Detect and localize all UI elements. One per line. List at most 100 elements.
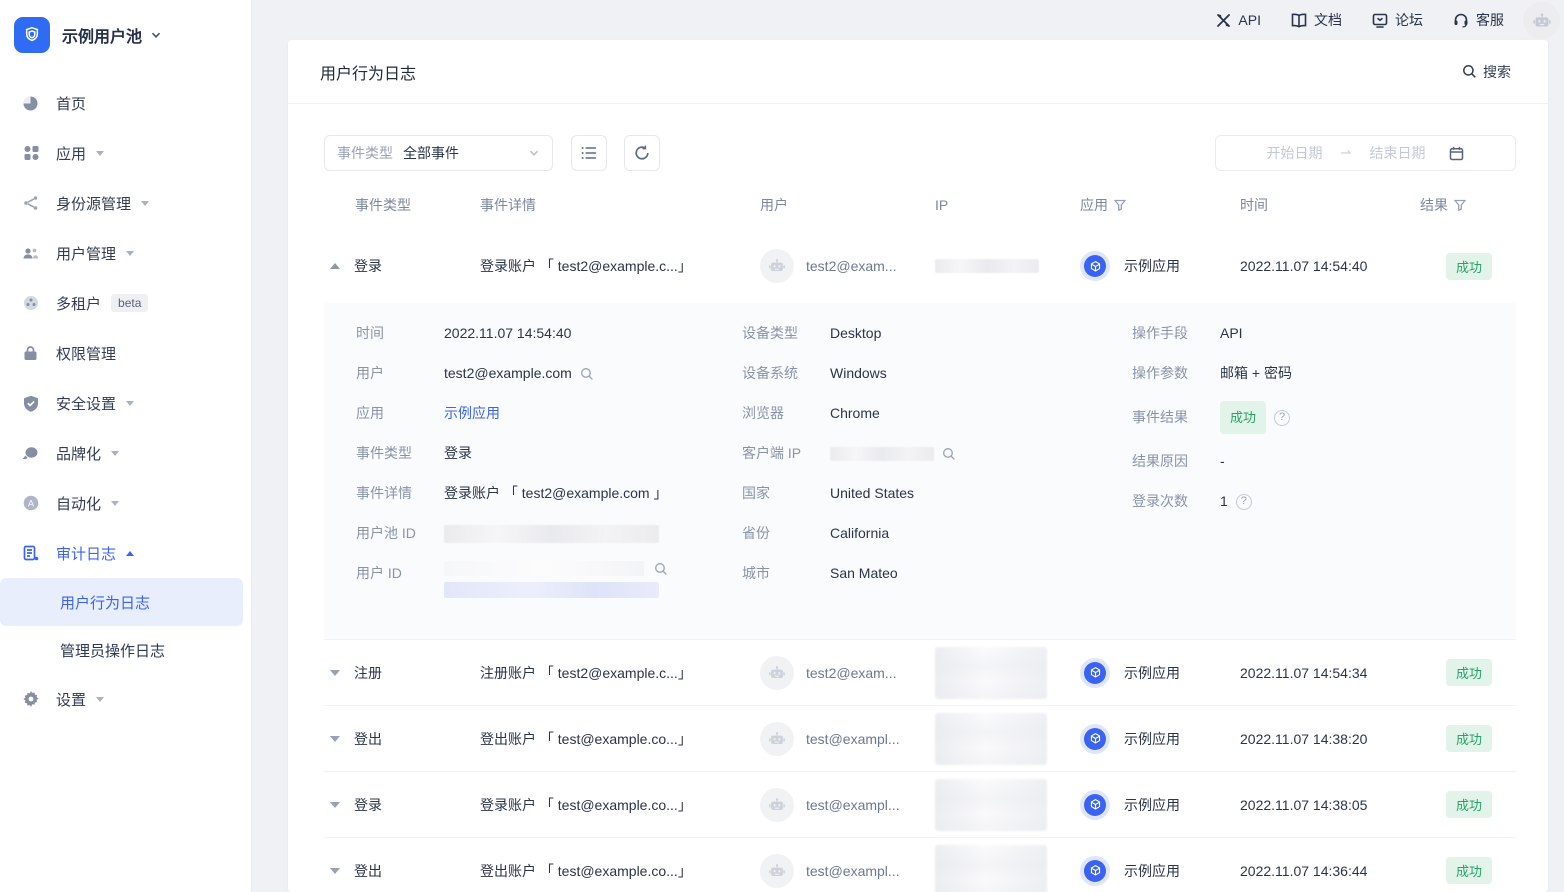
event-type-select-value: 全部事件 [403,143,528,163]
detail-value: 2022.11.07 14:54:40 [444,321,571,346]
topbar-link-label: 客服 [1476,10,1504,30]
sidebar-item-apps[interactable]: 应用 [0,128,251,178]
lock-icon [22,345,39,362]
sidebar-item-label: 品牌化 [56,443,101,464]
calendar-icon [1449,146,1464,161]
collapse-caret-icon[interactable] [330,263,340,269]
sidebar-item-label: 应用 [56,143,86,164]
table-header-row: 事件类型 事件详情 用户 IP 应用 时间 结果 [324,181,1516,229]
topbar-link-api[interactable]: API [1216,12,1261,28]
sidebar-item-home[interactable]: 首页 [0,78,251,128]
expand-caret-icon[interactable] [330,868,340,874]
search-icon[interactable] [942,447,956,461]
ip-redacted [935,713,1080,765]
expand-caret-icon[interactable] [330,802,340,808]
search-button[interactable]: 搜索 [1462,62,1511,82]
user-avatar [760,249,794,283]
sidebar-item-permissions[interactable]: 权限管理 [0,328,251,378]
page-title: 用户行为日志 [320,60,416,84]
automation-icon: A [22,495,39,512]
detail-label: 用户池 ID [356,521,444,546]
sidebar-item-label: 审计日志 [56,543,116,564]
gear-icon [22,691,39,708]
event-time: 2022.11.07 14:54:34 [1240,665,1420,681]
detail-label: 登录次数 [1132,489,1220,514]
sidebar-subitem-admin-operation-logs[interactable]: 管理员操作日志 [0,626,251,674]
table-row[interactable]: 注册 注册账户 「 test2@example.c...」 test2@exam… [324,639,1516,705]
table-row[interactable]: 登出 登出账户 「 test@example.co...」 test@examp… [324,705,1516,771]
sidebar-item-label: 首页 [56,93,86,114]
sidebar-item-user-management[interactable]: 用户管理 [0,228,251,278]
shield-check-icon [22,395,39,412]
table-row[interactable]: 登录 登录账户 「 test@example.co...」 test@examp… [324,771,1516,837]
user-avatar [760,722,794,756]
date-range-picker[interactable]: 开始日期 ⇀ 结束日期 [1215,135,1516,171]
col-header-result: 结果 [1420,195,1516,215]
filter-funnel-icon[interactable] [1454,199,1466,211]
sidebar-item-multitenancy[interactable]: 多租户 beta [0,278,251,328]
sidebar-subitem-label: 用户行为日志 [60,592,150,613]
detail-value: California [830,521,889,546]
chevron-down-icon [126,251,134,256]
search-button-label: 搜索 [1483,62,1511,82]
topbar-link-forum[interactable]: 论坛 [1372,10,1423,30]
detail-value: 1 [1220,489,1228,514]
user-email: test@exampl... [806,797,900,813]
event-detail: 登出账户 「 test@example.co...」 [480,729,760,749]
topbar-link-support[interactable]: 客服 [1453,10,1504,30]
event-type-select[interactable]: 事件类型 全部事件 [324,135,553,171]
detail-value: 登录账户 「 test2@example.com 」 [444,481,668,506]
main-card: 用户行为日志 搜索 事件类型 全部事件 开始日期 ⇀ 结束日期 事件类型 事件详… [288,40,1548,892]
sidebar-item-identity-sources[interactable]: 身份源管理 [0,178,251,228]
event-type: 注册 [354,663,382,683]
app-link[interactable]: 示例应用 [444,401,500,426]
help-icon[interactable]: ? [1236,494,1252,510]
search-icon[interactable] [654,562,668,576]
event-detail: 登出账户 「 test@example.co...」 [480,861,760,881]
sidebar-item-audit-logs[interactable]: 审计日志 [0,528,251,578]
expand-caret-icon[interactable] [330,736,340,742]
chevron-down-icon [126,401,134,406]
detail-label: 浏览器 [742,401,830,426]
book-icon [1291,13,1307,28]
user-pool-switcher[interactable]: 示例用户池 [0,0,251,70]
chevron-down-icon [141,201,149,206]
card-header: 用户行为日志 搜索 [288,40,1548,104]
chevron-down-icon [96,697,104,702]
user-avatar [760,656,794,690]
table-row[interactable]: 登出 登出账户 「 test@example.co...」 test@examp… [324,837,1516,892]
column-settings-button[interactable] [571,135,607,171]
chevron-down-icon [150,29,162,41]
col-header-ip: IP [935,197,1080,213]
sidebar-item-security[interactable]: 安全设置 [0,378,251,428]
sidebar-item-settings[interactable]: 设置 [0,674,251,724]
pool-shield-icon [14,17,50,53]
help-icon[interactable]: ? [1274,410,1290,426]
topbar-link-docs[interactable]: 文档 [1291,10,1342,30]
detail-label: 国家 [742,481,830,506]
sidebar-item-automation[interactable]: A 自动化 [0,478,251,528]
refresh-button[interactable] [624,135,660,171]
sidebar-subitem-user-action-logs[interactable]: 用户行为日志 [0,578,243,626]
svg-text:A: A [27,498,33,508]
event-detail: 注册账户 「 test2@example.c...」 [480,663,760,683]
detail-value: Windows [830,361,887,386]
audit-log-table: 事件类型 事件详情 用户 IP 应用 时间 结果 登录 登录账户 「 test2… [288,171,1548,892]
expand-caret-icon[interactable] [330,670,340,676]
robot-avatar-icon [767,256,787,276]
search-icon[interactable] [580,367,594,381]
ip-redacted [935,259,1080,273]
event-time: 2022.11.07 14:38:20 [1240,731,1420,747]
table-row[interactable]: 登录 登录账户 「 test2@example.c...」 test2@exam… [324,229,1516,303]
sidebar-subitem-label: 管理员操作日志 [60,640,165,661]
event-type: 登录 [354,795,382,815]
robot-avatar-icon [767,795,787,815]
sidebar-item-label: 设置 [56,689,86,710]
status-badge: 成功 [1220,401,1266,434]
user-email: test@exampl... [806,863,900,879]
detail-label: 应用 [356,401,444,426]
sidebar-item-label: 自动化 [56,493,101,514]
sidebar-item-branding[interactable]: 品牌化 [0,428,251,478]
user-pool-id-redacted [444,525,659,543]
filter-funnel-icon[interactable] [1114,199,1126,211]
